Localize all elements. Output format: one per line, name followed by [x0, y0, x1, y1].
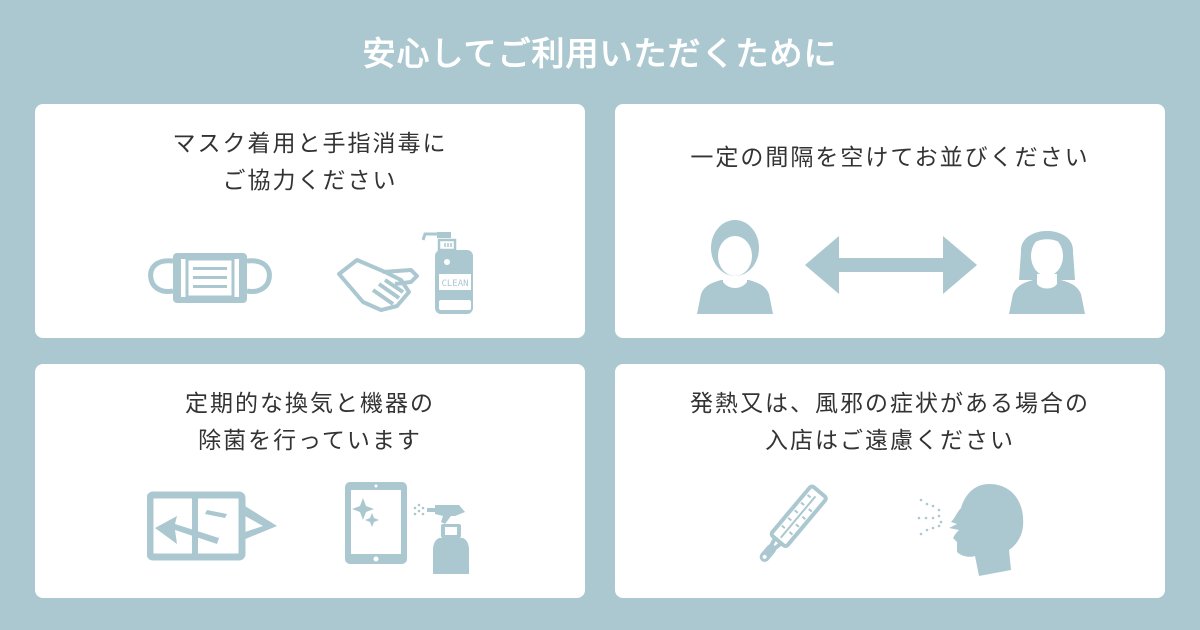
card-message-line: 入店はご遠慮ください — [765, 428, 1015, 454]
notice-card-ventilation: 定期的な換気と機器の 除菌を行っています — [35, 364, 585, 598]
man-icon — [695, 218, 775, 314]
card-message-line: 除菌を行っています — [198, 428, 422, 454]
notice-card-distancing: 一定の間隔を空けてお並びください — [615, 104, 1165, 338]
card-message: 発熱又は、風邪の症状がある場合の 入店はご遠慮ください — [615, 386, 1165, 460]
card-message-line: マスク着用と手指消毒に — [172, 131, 448, 157]
card-message-line: ご協力ください — [222, 168, 398, 194]
thermometer-icon — [755, 482, 847, 570]
double-arrow-icon — [805, 236, 977, 294]
page-title: 安心してご利用いただくために — [362, 34, 838, 73]
tablet-icon — [345, 482, 407, 564]
card-message: 一定の間隔を空けてお並びください — [615, 140, 1165, 177]
card-message: 定期的な換気と機器の 除菌を行っています — [35, 386, 585, 460]
woman-icon — [1007, 218, 1087, 314]
card-message-line: 定期的な換気と機器の — [185, 391, 435, 417]
card-message: マスク着用と手指消毒に ご協力ください — [35, 126, 585, 200]
hand-sanitizer-icon: CLEAN — [335, 232, 480, 317]
notice-card-mask-sanitize: マスク着用と手指消毒に ご協力ください CLEAN — [35, 104, 585, 338]
notice-card-symptoms: 発熱又は、風邪の症状がある場合の 入店はご遠慮ください — [615, 364, 1165, 598]
card-message-line: 発熱又は、風邪の症状がある場合の — [690, 391, 1090, 417]
card-message-line: 一定の間隔を空けてお並びください — [690, 145, 1090, 171]
spray-bottle-icon — [413, 502, 475, 576]
coughing-person-icon — [917, 482, 1025, 576]
bottle-label: CLEAN — [441, 279, 468, 289]
face-mask-icon — [145, 249, 275, 309]
window-ventilation-icon — [147, 488, 282, 563]
